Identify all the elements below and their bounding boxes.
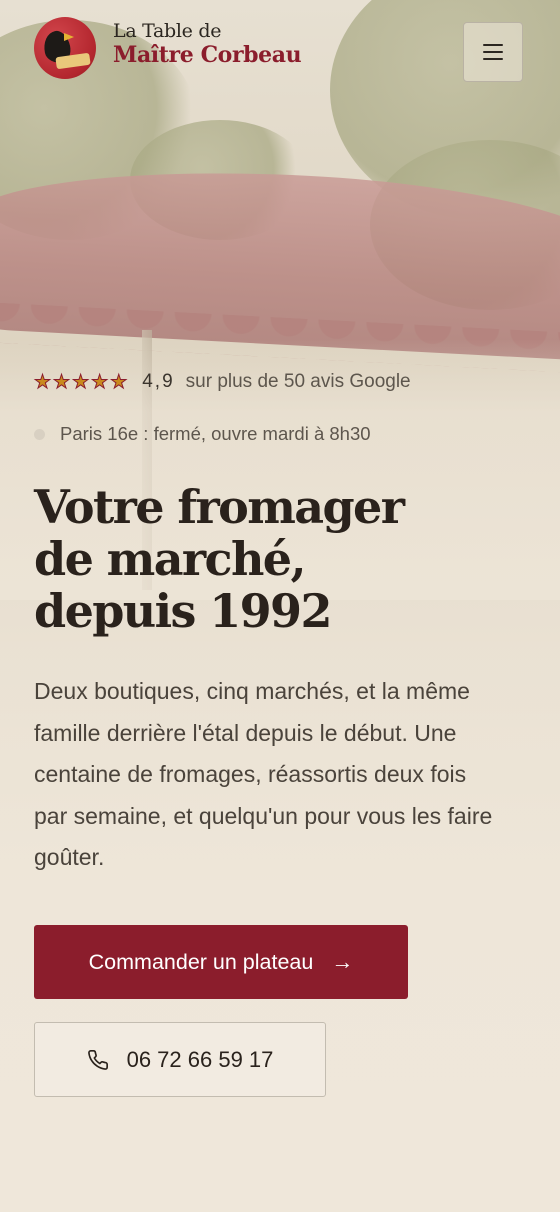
star-icon: ★ — [53, 371, 71, 393]
phone-icon — [87, 1049, 108, 1070]
rating-stars: ★ ★ ★ ★ ★ — [33, 371, 128, 393]
star-icon: ★ — [91, 371, 109, 393]
star-icon: ★ — [110, 371, 128, 393]
order-platter-label: Commander un plateau — [88, 949, 314, 974]
headline-line: de marché, — [34, 532, 307, 586]
order-platter-button[interactable]: Commander un plateau → — [34, 925, 408, 999]
brand-line-2: Maître Corbeau — [113, 42, 302, 68]
rating-value: 4,9 — [142, 371, 175, 392]
star-icon: ★ — [33, 371, 52, 393]
menu-button[interactable] — [463, 22, 523, 82]
page-title: Votre fromager de marché, depuis 1992 — [34, 481, 534, 637]
headline-line: depuis 1992 — [34, 584, 332, 638]
rating-text: sur plus de 50 avis Google — [185, 371, 411, 392]
crow-on-cheese-logo[interactable] — [34, 17, 96, 79]
phone-number: 06 72 66 59 17 — [126, 1046, 274, 1072]
google-rating: ★ ★ ★ ★ ★ 4,9 sur plus de 50 avis Google — [33, 368, 411, 396]
star-icon: ★ — [72, 371, 90, 393]
status-dot-icon — [34, 428, 45, 440]
call-phone-button[interactable]: 06 72 66 59 17 — [34, 1022, 326, 1097]
brand-name[interactable]: La Table de Maître Corbeau — [113, 20, 302, 68]
arrow-right-icon: → — [331, 949, 354, 974]
intro-paragraph: Deux boutiques, cinq marchés, et la même… — [34, 678, 493, 870]
site-header: La Table de Maître Corbeau — [0, 0, 560, 100]
opening-status: Paris 16e : fermé, ouvre mardi à 8h30 — [34, 421, 371, 447]
status-text: Paris 16e : fermé, ouvre mardi à 8h30 — [60, 423, 371, 444]
headline-line: Votre fromager — [34, 480, 405, 534]
brand-line-1: La Table de — [113, 20, 222, 42]
hamburger-menu-icon — [483, 44, 503, 60]
